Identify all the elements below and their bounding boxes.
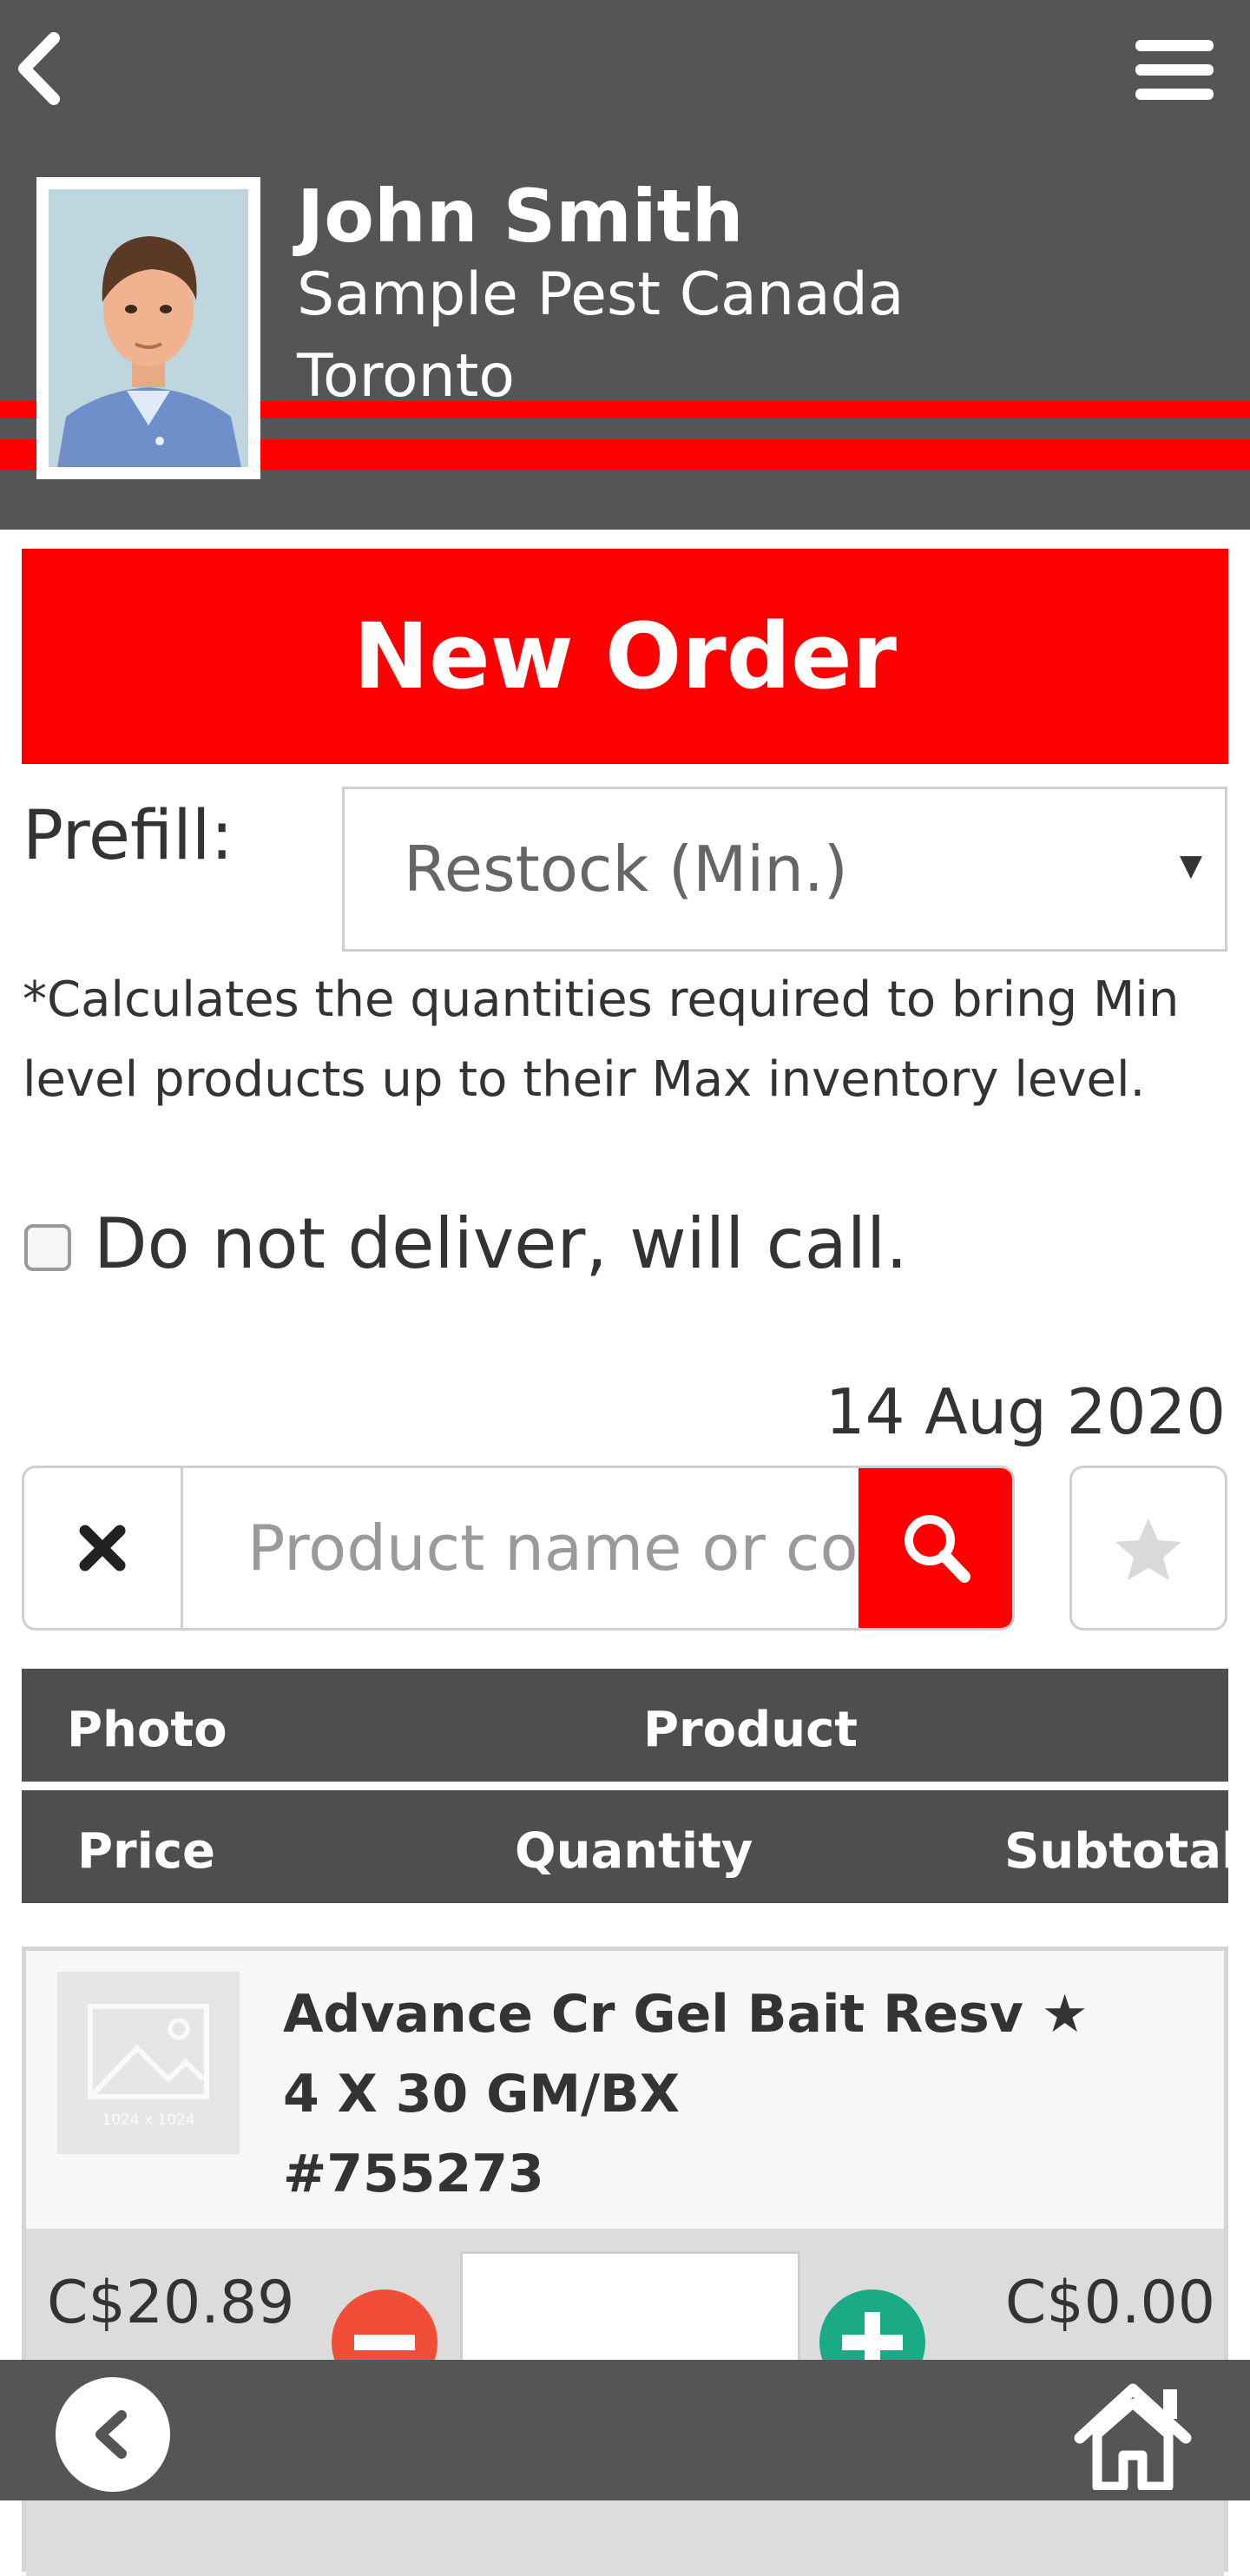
user-city: Toronto [297, 342, 516, 411]
product-price: C$20.89 [47, 2269, 295, 2337]
prefill-note: *Calculates the quantities required to b… [23, 972, 1180, 1108]
column-header-product: Product [643, 1702, 859, 1758]
home-icon [1074, 2383, 1192, 2492]
will-call-checkbox[interactable] [24, 1224, 71, 1271]
will-call-label[interactable]: Do not deliver, will call. [94, 1203, 908, 1284]
product-photo[interactable]: 1024 x 1024 [57, 1972, 240, 2154]
thumb-label: 1024 x 1024 [102, 2112, 194, 2129]
prefill-selected-value: Restock (Min.) [404, 833, 848, 906]
prefill-label: Prefill: [23, 797, 234, 875]
search-group [22, 1466, 1015, 1631]
search-icon [905, 1515, 970, 1583]
bottom-nav [0, 2360, 1250, 2500]
search-button[interactable] [859, 1468, 1012, 1628]
hamburger-menu-icon [1135, 40, 1214, 100]
product-subtotal: C$0.00 [1004, 2269, 1215, 2337]
column-header-photo: Photo [67, 1702, 227, 1758]
user-name: John Smith [297, 174, 744, 259]
column-header-subtotal: Subtotal [1004, 1823, 1239, 1880]
clear-search-button[interactable] [24, 1468, 183, 1628]
column-header-price: Price [77, 1823, 216, 1880]
prefill-select[interactable]: Restock (Min.) ▼ [342, 787, 1227, 952]
user-company: Sample Pest Canada [297, 260, 905, 329]
back-button[interactable] [14, 31, 66, 106]
home-button[interactable] [1073, 2379, 1193, 2492]
product-name: Advance Cr Gel Bait Resv ★ [283, 1984, 1089, 2045]
avatar [36, 177, 260, 479]
image-placeholder-icon: 1024 x 1024 [88, 2004, 209, 2129]
table-header-row-1: Photo Product [22, 1669, 1228, 1782]
table-header-row-2: Price Quantity Subtotal [22, 1790, 1238, 1903]
chevron-left-icon [18, 32, 60, 105]
person-avatar-image [49, 189, 248, 467]
chevron-left-icon [95, 2410, 127, 2459]
dropdown-arrow-icon: ▼ [1179, 848, 1202, 883]
product-sku: #755273 [283, 2144, 544, 2204]
search-input[interactable] [183, 1468, 881, 1628]
nav-back-button[interactable] [56, 2377, 170, 2492]
menu-button[interactable] [1134, 38, 1215, 102]
order-date: 14 Aug 2020 [825, 1375, 1226, 1448]
close-icon [79, 1525, 126, 1571]
product-size: 4 X 30 GM/BX [283, 2064, 681, 2125]
page-title: New Order [22, 549, 1228, 764]
star-icon [1115, 1519, 1181, 1580]
column-header-quantity: Quantity [515, 1823, 753, 1880]
favorites-button[interactable] [1069, 1466, 1227, 1631]
